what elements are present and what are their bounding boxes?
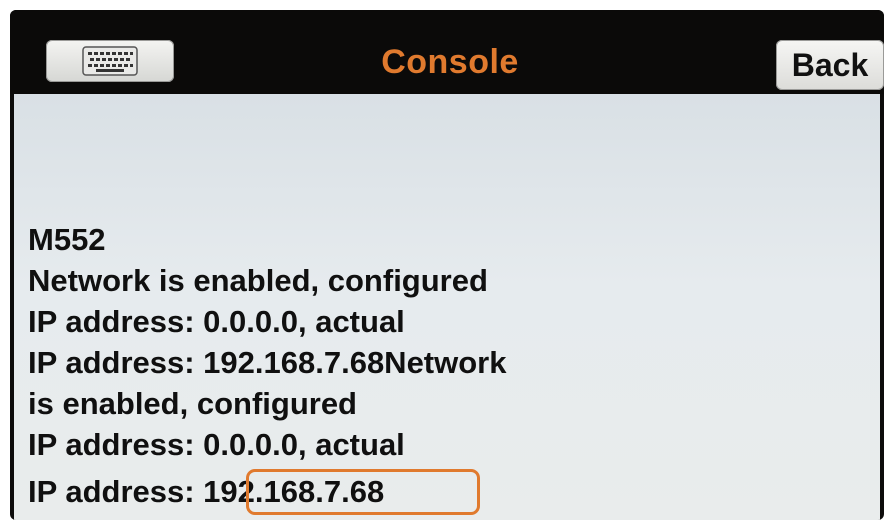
console-line: IP address: 192.168.7.68Network bbox=[28, 345, 507, 380]
console-line: IP address: 0.0.0.0, actual bbox=[28, 304, 405, 339]
back-button[interactable]: Back bbox=[776, 40, 884, 90]
title-bar: Console Back bbox=[10, 10, 884, 94]
console-output: M552 Network is enabled, configured IP a… bbox=[14, 94, 880, 520]
keyboard-button[interactable] bbox=[46, 40, 174, 82]
ip-address-highlight bbox=[246, 469, 480, 515]
console-line: is enabled, configured bbox=[28, 386, 357, 421]
keyboard-icon bbox=[82, 46, 138, 76]
page-title: Console bbox=[381, 43, 519, 81]
console-line: M552 bbox=[28, 222, 106, 257]
console-line: IP address: 0.0.0.0, actual bbox=[28, 427, 405, 462]
console-line: Network is enabled, configured bbox=[28, 263, 488, 298]
device-screen: Console Back M552 Network is enabled, co… bbox=[10, 10, 884, 520]
device-bezel: Console Back M552 Network is enabled, co… bbox=[0, 0, 888, 523]
